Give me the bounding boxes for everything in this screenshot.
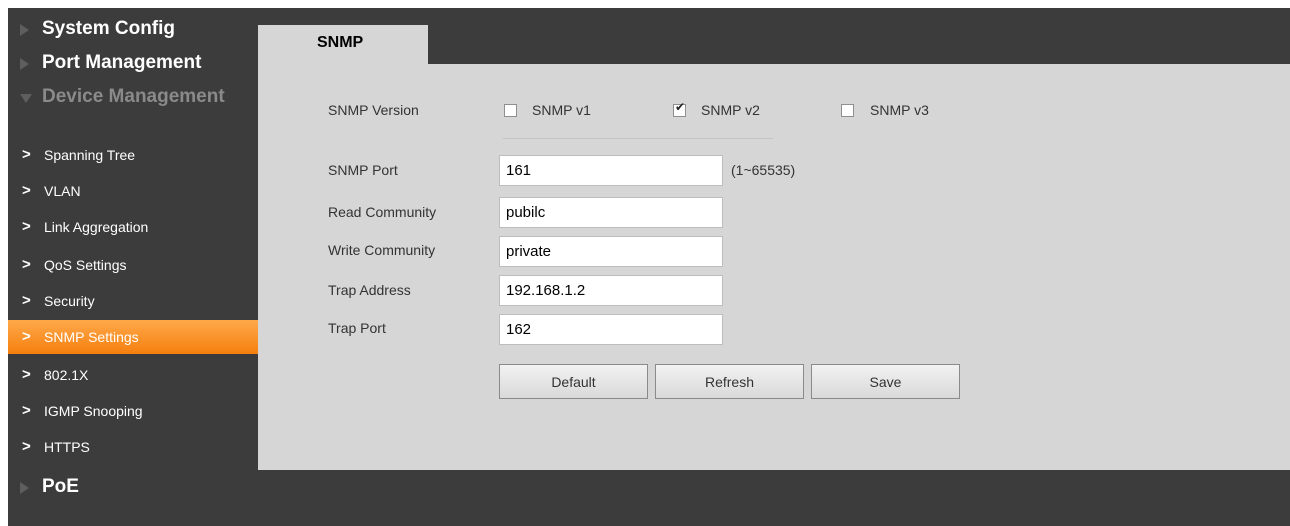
write-community-label: Write Community xyxy=(328,242,436,258)
triangle-right-icon xyxy=(20,58,29,70)
snmp-port-label: SNMP Port xyxy=(328,162,398,178)
refresh-button[interactable]: Refresh xyxy=(655,364,804,399)
sidebar-item-label: VLAN xyxy=(44,183,81,199)
trap-port-input[interactable] xyxy=(499,314,723,345)
sidebar-item-security[interactable]: > Security xyxy=(8,284,258,318)
sidebar: System Config Port Management Device Man… xyxy=(8,8,258,526)
tab-label: SNMP xyxy=(317,34,364,51)
snmp-version-label: SNMP Version xyxy=(328,102,419,118)
chevron-right-icon: > xyxy=(22,146,31,163)
sidebar-item-label: SNMP Settings xyxy=(44,329,139,345)
trap-address-input[interactable] xyxy=(499,275,723,306)
chevron-right-icon: > xyxy=(22,328,31,345)
sidebar-section-poe[interactable]: PoE xyxy=(8,470,258,504)
chevron-right-icon: > xyxy=(22,402,31,419)
checkmark-icon: ✔ xyxy=(675,100,686,114)
tab-snmp[interactable]: SNMP xyxy=(258,25,428,64)
snmp-v3-label: SNMP v3 xyxy=(870,102,929,118)
save-button[interactable]: Save xyxy=(811,364,960,399)
snmp-settings-panel: SNMP Version SNMP v1 ✔ SNMP v2 SNMP v3 S… xyxy=(258,64,1290,470)
sidebar-item-link-aggregation[interactable]: > Link Aggregation xyxy=(8,210,258,244)
triangle-right-icon xyxy=(20,24,29,36)
sidebar-item-8021x[interactable]: > 802.1X xyxy=(8,358,258,392)
chevron-right-icon: > xyxy=(22,256,31,273)
divider xyxy=(503,138,773,139)
sidebar-item-https[interactable]: > HTTPS xyxy=(8,430,258,464)
trap-address-label: Trap Address xyxy=(328,282,411,298)
chevron-right-icon: > xyxy=(22,438,31,455)
sidebar-item-label: Spanning Tree xyxy=(44,147,136,163)
sidebar-item-label: Security xyxy=(44,293,95,309)
sidebar-item-label: HTTPS xyxy=(44,439,90,455)
sidebar-item-spanning-tree[interactable]: > Spanning Tree xyxy=(8,138,258,172)
snmp-port-range-hint: (1~65535) xyxy=(731,162,796,178)
sidebar-section-device-management[interactable]: Device Management xyxy=(8,80,258,114)
footer-bar xyxy=(258,470,1290,526)
chevron-right-icon: > xyxy=(22,292,31,309)
snmp-v3-checkbox[interactable] xyxy=(841,104,854,117)
sidebar-item-snmp-settings[interactable]: > SNMP Settings xyxy=(8,320,258,354)
read-community-input[interactable] xyxy=(499,197,723,228)
sidebar-section-label: Port Management xyxy=(42,52,202,73)
tab-bar: SNMP xyxy=(258,8,1290,64)
triangle-down-icon xyxy=(20,94,32,103)
default-button[interactable]: Default xyxy=(499,364,648,399)
trap-port-label: Trap Port xyxy=(328,320,386,336)
sidebar-item-label: Link Aggregation xyxy=(44,219,149,235)
sidebar-item-igmp-snooping[interactable]: > IGMP Snooping xyxy=(8,394,258,428)
sidebar-section-port-management[interactable]: Port Management xyxy=(8,46,258,80)
snmp-v2-label: SNMP v2 xyxy=(701,102,760,118)
sidebar-item-vlan[interactable]: > VLAN xyxy=(8,174,258,208)
chevron-right-icon: > xyxy=(22,366,31,383)
sidebar-section-label: Device Management xyxy=(42,86,225,107)
snmp-port-input[interactable] xyxy=(499,155,723,186)
write-community-input[interactable] xyxy=(499,236,723,267)
triangle-right-icon xyxy=(20,482,29,494)
sidebar-item-label: 802.1X xyxy=(44,367,89,383)
snmp-v1-label: SNMP v1 xyxy=(532,102,591,118)
chevron-right-icon: > xyxy=(22,182,31,199)
snmp-v2-checkbox[interactable]: ✔ xyxy=(673,100,686,117)
app-frame: System Config Port Management Device Man… xyxy=(8,8,1290,526)
sidebar-section-label: System Config xyxy=(42,18,176,39)
sidebar-section-system-config[interactable]: System Config xyxy=(8,12,258,46)
sidebar-item-label: IGMP Snooping xyxy=(44,403,143,419)
read-community-label: Read Community xyxy=(328,204,437,220)
sidebar-section-label: PoE xyxy=(42,476,79,497)
sidebar-item-label: QoS Settings xyxy=(44,257,127,273)
snmp-v1-checkbox[interactable] xyxy=(504,104,517,117)
chevron-right-icon: > xyxy=(22,218,31,235)
sidebar-item-qos-settings[interactable]: > QoS Settings xyxy=(8,248,258,282)
